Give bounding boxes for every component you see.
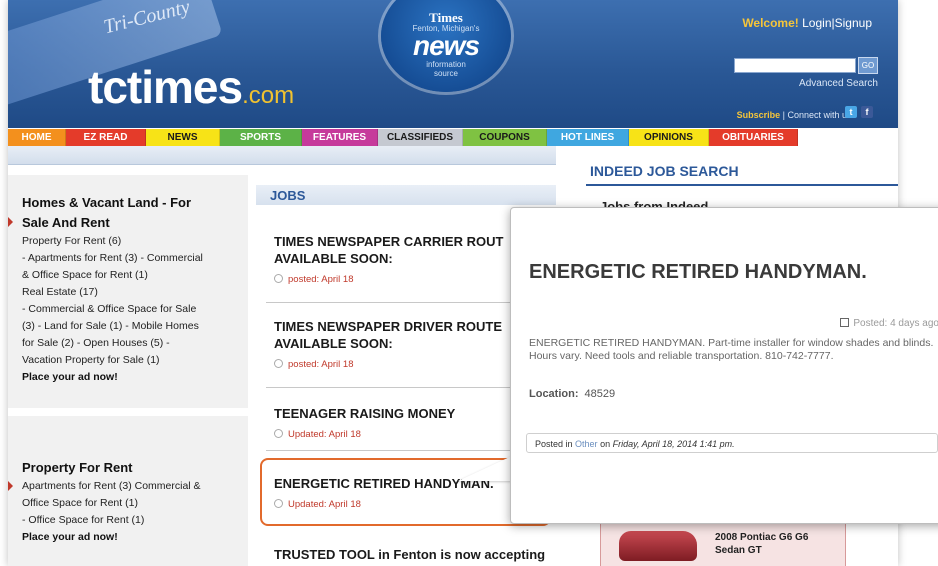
list-item[interactable]: - Office Space for Rent (1) [22, 512, 244, 529]
signup-link[interactable]: Signup [835, 16, 872, 30]
nav-tab-opinions[interactable]: OPINIONS [629, 129, 709, 146]
job-date-text: posted: April 18 [288, 274, 354, 285]
car-ad-text: 2008 Pontiac G6 G6 Sedan GT [715, 531, 808, 557]
job-date-text: posted: April 18 [288, 359, 354, 370]
list-item[interactable]: Vacation Property for Sale (1) [22, 352, 244, 369]
jobs-header: JOBS [256, 185, 556, 205]
job-title[interactable]: TRUSTED TOOL in Fenton is now accepting [274, 546, 564, 563]
sub-bar [8, 146, 556, 165]
job-item[interactable]: TRUSTED TOOL in Fenton is now accepting [274, 546, 564, 563]
clock-icon [274, 429, 283, 438]
globe-news: news [412, 30, 480, 61]
location-value: 48529 [584, 388, 616, 400]
job-date-text: Updated: April 18 [288, 429, 361, 440]
login-link[interactable]: Login [802, 16, 831, 30]
twitter-icon[interactable]: t [845, 106, 857, 118]
divider [8, 408, 248, 416]
meta-prefix: Posted in [535, 439, 573, 449]
news-globe-badge: Times Fenton, Michigan's news informatio… [381, 0, 511, 92]
place-ad-link[interactable]: Place your ad now! [22, 529, 244, 546]
globe-info: information source [381, 60, 511, 78]
list-item[interactable]: Office Space for Rent (1) [22, 495, 244, 512]
list-item[interactable]: - Commercial & Office Space for Sale [22, 301, 244, 318]
box-heading[interactable]: Homes & Vacant Land - For [22, 193, 244, 213]
list-item[interactable]: Property For Rent (6) [22, 233, 244, 250]
car-ad[interactable]: 2008 Pontiac G6 G6 Sedan GT [600, 522, 846, 566]
job-detail-popup: ENERGETIC RETIRED HANDYMAN. Posted: 4 da… [510, 207, 938, 524]
welcome-bar: Welcome! Login|Signup [742, 16, 872, 30]
clock-icon [274, 359, 283, 368]
list-item[interactable]: - Apartments for Rent (3) - Commercial [22, 250, 244, 267]
logo-text: tctimes [88, 61, 243, 113]
globe-info2: source [433, 69, 458, 78]
clock-icon [274, 274, 283, 283]
box-heading[interactable]: Property For Rent [22, 458, 244, 478]
popup-location: Location: 48529 [529, 388, 615, 400]
facebook-icon[interactable]: f [861, 106, 873, 118]
classified-box-rent: Property For Rent Apartments for Rent (3… [22, 458, 244, 546]
red-arrow-icon [8, 217, 13, 227]
calendar-icon [840, 318, 850, 327]
globe-info1: information [426, 60, 466, 69]
nav-tab-news[interactable]: NEWS [146, 129, 220, 146]
go-button[interactable]: GO [858, 57, 878, 74]
popup-meta: Posted in Other on Friday, April 18, 201… [526, 433, 938, 453]
car-ad-line2: Sedan GT [715, 545, 762, 556]
list-item[interactable]: & Office Space for Rent (1) [22, 267, 244, 284]
main-nav: HOME EZ READ NEWS SPORTS FEATURES CLASSIFIEDS… [8, 129, 898, 146]
popup-description: ENERGETIC RETIRED HANDYMAN. Part-time in… [529, 337, 934, 362]
car-image [619, 531, 697, 561]
location-label: Location: [529, 388, 579, 400]
box-heading-2[interactable]: Sale And Rent [22, 213, 244, 233]
nav-tab-coupons[interactable]: COUPONS [463, 129, 547, 146]
advanced-search-link[interactable]: Advanced Search [799, 78, 878, 89]
nav-tab-features[interactable]: FEATURES [302, 129, 378, 146]
subscribe-link[interactable]: Subscribe [737, 110, 781, 120]
popup-pointer [458, 455, 514, 481]
search-input[interactable] [734, 58, 856, 73]
nav-tab-obituaries[interactable]: OBITUARIES [709, 129, 798, 146]
meta-on: on [600, 439, 611, 449]
popup-title: ENERGETIC RETIRED HANDYMAN. [529, 261, 867, 283]
list-item[interactable]: (3) - Land for Sale (1) - Mobile Homes [22, 318, 244, 335]
red-arrow-icon [8, 481, 13, 491]
posted-time: Posted: 4 days ago [840, 318, 938, 329]
list-item[interactable]: for Sale (2) - Open Houses (5) - [22, 335, 244, 352]
site-logo[interactable]: tctimes.com [88, 60, 294, 114]
nav-tab-hot-lines[interactable]: HOT LINES [547, 129, 629, 146]
welcome-text: Welcome! [742, 16, 799, 30]
indeed-heading: INDEED JOB SEARCH [590, 163, 739, 179]
meta-date: Friday, April 18, 2014 1:41 pm. [612, 439, 735, 449]
subscribe-bar: Subscribe | Connect with us: [737, 110, 854, 120]
car-ad-line1: 2008 Pontiac G6 G6 [715, 532, 809, 543]
nav-tab-ez-read[interactable]: EZ READ [66, 129, 146, 146]
nav-tab-sports[interactable]: SPORTS [220, 129, 302, 146]
indeed-header: INDEED JOB SEARCH [586, 160, 898, 186]
posted-text: Posted: 4 days ago [853, 318, 938, 329]
classified-box-homes: Homes & Vacant Land - For Sale And Rent … [22, 193, 244, 386]
nav-tab-classifieds[interactable]: CLASSIFIEDS [378, 129, 463, 146]
list-item[interactable]: Apartments for Rent (3) Commercial & [22, 478, 244, 495]
left-column: Homes & Vacant Land - For Sale And Rent … [8, 175, 248, 566]
logo-suffix: .com [242, 82, 295, 109]
nav-tab-home[interactable]: HOME [8, 129, 66, 146]
list-item[interactable]: Real Estate (17) [22, 284, 244, 301]
jobs-heading: JOBS [270, 188, 306, 203]
site-header: Tri-County tctimes.com Times Fenton, Mic… [8, 0, 898, 128]
place-ad-link[interactable]: Place your ad now! [22, 369, 244, 386]
category-link[interactable]: Other [575, 439, 598, 449]
